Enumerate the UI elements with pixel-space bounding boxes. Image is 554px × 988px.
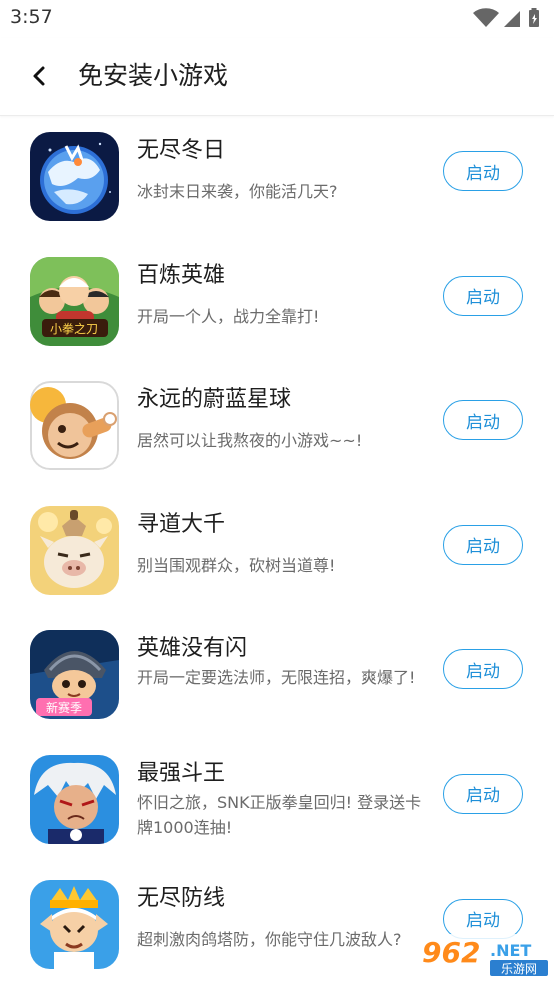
game-name: 无尽冬日 [137, 138, 226, 163]
watermark-number: 962 [422, 936, 480, 969]
game-desc: 怀旧之旅，SNK正版拳皇回归! 登录送卡牌1000连抽! [137, 792, 422, 837]
helmet-hero-icon[interactable]: 新赛季 [30, 630, 119, 720]
game-name: 无尽防线 [137, 885, 226, 911]
list-item[interactable]: 新赛季 英雄没有闪 开局一定要选法师，无限连招，爽爆了! 启动 [0, 614, 554, 739]
game-name: 最强斗王 [137, 760, 226, 786]
list-item[interactable]: 永远的蔚蓝星球 居然可以让我熬夜的小游戏~~! 启动 [0, 365, 554, 490]
watermark-sub: 乐游网 [501, 962, 537, 976]
game-desc: 超刺激肉鸽塔防，你能守住几波敌人? [137, 929, 402, 949]
list-item[interactable]: 小拳之刀 百炼英雄 开局一个人，战力全靠打! 启动 [0, 241, 554, 366]
crowned-elf-icon[interactable] [30, 879, 119, 969]
caveman-eating-icon[interactable] [30, 381, 119, 471]
game-desc: 别当围观群众，砍树当道尊! [137, 555, 336, 575]
signal-icon [504, 11, 520, 27]
svg-text:小拳之刀: 小拳之刀 [50, 321, 98, 336]
wifi-icon [473, 8, 499, 28]
pig-character-icon[interactable] [30, 505, 119, 595]
launch-button[interactable]: 启动 [443, 400, 523, 441]
list-item[interactable]: 寻道大千 别当围观群众，砍树当道尊! 启动 [0, 490, 554, 615]
game-desc: 居然可以让我熬夜的小游戏~~! [137, 431, 363, 451]
app-bar: 免安装小游戏 [0, 38, 554, 116]
watermark-logo: 962 .NET 乐游网 [416, 930, 552, 982]
game-list: 无尽冬日 冰封末日来袭，你能活几天? 启动 小拳之刀 百炼英雄 开局一个人，战力… [0, 116, 554, 988]
status-icons [466, 8, 546, 28]
white-hair-fighter-icon[interactable] [30, 754, 119, 844]
game-name: 永远的蔚蓝星球 [137, 387, 292, 413]
back-button[interactable] [22, 58, 56, 94]
list-item[interactable]: 无尽冬日 冰封末日来袭，你能活几天? 启动 [0, 116, 554, 241]
game-desc: 冰封末日来袭，你能活几天? [137, 182, 338, 201]
game-name: 英雄没有闪 [137, 636, 248, 662]
badge-new-season: 新赛季 [46, 700, 82, 715]
heroes-group-icon[interactable]: 小拳之刀 [30, 256, 119, 346]
launch-button[interactable]: 启动 [443, 773, 523, 814]
game-desc: 开局一个人，战力全靠打! [137, 306, 320, 326]
back-arrow-icon [33, 66, 45, 86]
frozen-planet-icon[interactable] [30, 132, 119, 221]
status-bar: 3:57 [0, 0, 554, 38]
status-time: 3:57 [10, 6, 53, 28]
launch-button[interactable]: 启动 [443, 524, 523, 565]
launch-button[interactable]: 启动 [443, 151, 523, 191]
game-name: 寻道大千 [137, 511, 226, 537]
page-title: 免安装小游戏 [78, 61, 229, 90]
battery-icon [529, 8, 539, 27]
game-desc: 开局一定要选法师，无限连招，爽爆了! [137, 668, 416, 688]
launch-button[interactable]: 启动 [443, 275, 523, 316]
launch-button[interactable]: 启动 [443, 649, 523, 690]
game-name: 百炼英雄 [137, 262, 226, 288]
watermark-suffix: .NET [490, 941, 531, 960]
list-item[interactable]: 最强斗王 怀旧之旅，SNK正版拳皇回归! 登录送卡牌1000连抽! 启动 [0, 739, 554, 864]
